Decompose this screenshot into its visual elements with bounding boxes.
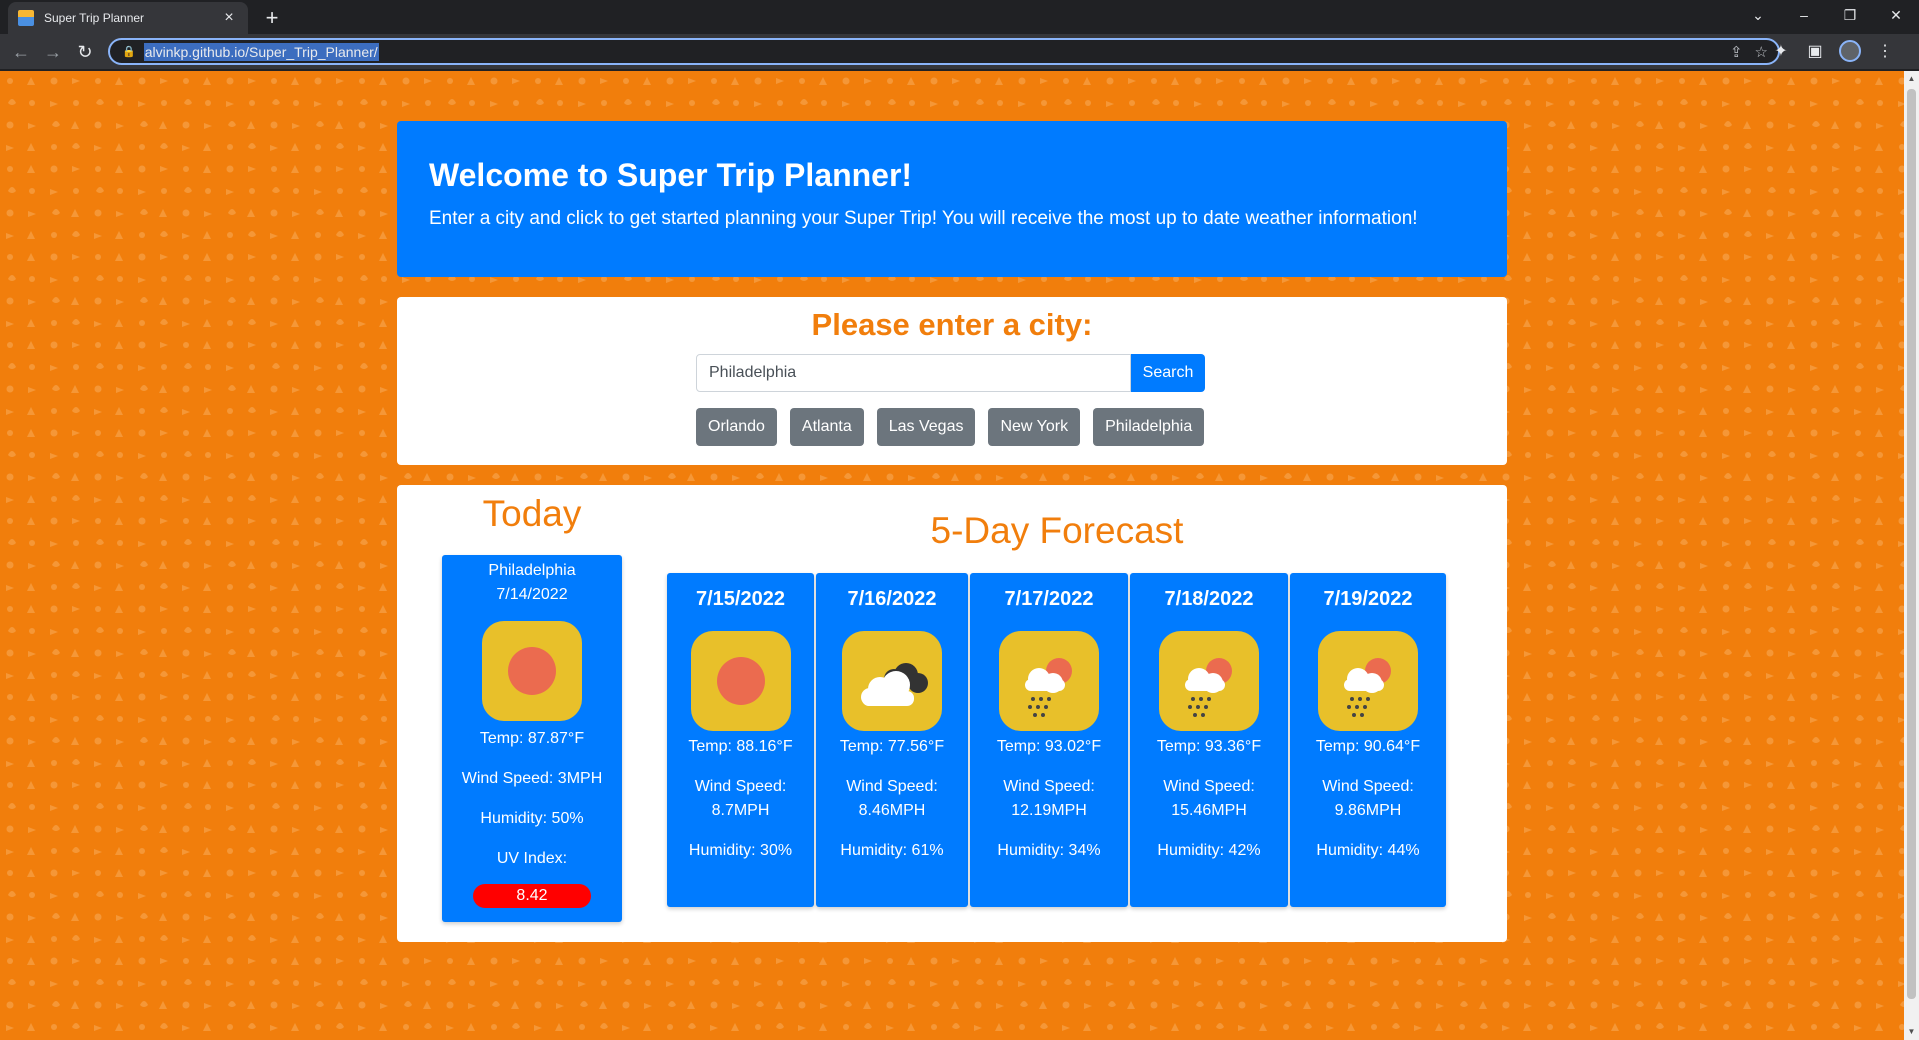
forecast-day-card: 7/17/2022 Temp: 93.02°F Wind Speed: 12.1… (970, 573, 1128, 907)
side-panel-icon[interactable]: ▣ (1805, 41, 1825, 61)
forecast-wind: Wind Speed: 9.86MPH (1290, 775, 1446, 823)
lock-icon: 🔒 (122, 46, 136, 58)
forecast-wind-value: 9.86MPH (1334, 802, 1402, 819)
city-button-philadelphia[interactable]: Philadelphia (1093, 408, 1205, 446)
forecast-humidity: Humidity: 42% (1157, 842, 1261, 859)
address-bar[interactable]: 🔒 alvinkp.github.io/Super_Trip_Planner/ … (108, 38, 1780, 65)
forward-icon[interactable]: → (38, 37, 68, 67)
forecast-day-card: 7/19/2022 Temp: 90.64°F Wind Speed: 9.86… (1290, 573, 1446, 907)
profile-avatar[interactable] (1839, 40, 1861, 62)
forecast-wind-label: Wind Speed: (1322, 778, 1414, 795)
forecast-date: 7/16/2022 (847, 588, 937, 610)
sun-icon (482, 621, 582, 721)
forecast-temp: Temp: 90.64°F (1315, 738, 1421, 755)
sun-icon (690, 631, 791, 731)
city-button-new-york[interactable]: New York (988, 408, 1081, 446)
share-icon[interactable]: ⇪ (1730, 43, 1743, 61)
search-heading: Please enter a city: (811, 307, 1093, 342)
today-temp: Temp: 87.87°F (479, 730, 585, 747)
scroll-up-arrow-icon[interactable]: ▲ (1904, 71, 1919, 87)
tab-search-icon[interactable]: ⌄ (1735, 0, 1781, 30)
extensions-icon[interactable]: ✦ (1771, 41, 1791, 61)
city-button-orlando[interactable]: Orlando (696, 408, 777, 446)
forecast-wind-value: 8.7MPH (711, 802, 770, 819)
new-tab-icon[interactable]: + (258, 4, 286, 32)
forecast-humidity: Humidity: 34% (997, 842, 1101, 859)
reload-icon[interactable]: ↻ (70, 37, 100, 67)
window-controls: ⌄ – ❐ ✕ (1735, 0, 1919, 30)
rain-sun-icon (999, 631, 1099, 731)
browser-tabstrip: Super Trip Planner × + ⌄ – ❐ ✕ (0, 0, 1919, 34)
page-subtitle: Enter a city and click to get started pl… (429, 208, 1418, 229)
menu-kebab-icon[interactable]: ⋮ (1875, 41, 1895, 61)
restore-icon[interactable]: ❐ (1827, 0, 1873, 30)
forecast-date: 7/15/2022 (696, 588, 785, 610)
forecast-wind: Wind Speed: 8.46MPH (816, 775, 968, 823)
tab-title: Super Trip Planner (44, 11, 145, 25)
forecast-wind-value: 12.19MPH (1011, 802, 1087, 819)
scrollbar-thumb[interactable] (1907, 89, 1916, 999)
search-button[interactable]: Search (1131, 354, 1205, 392)
forecast-humidity: Humidity: 30% (688, 842, 793, 859)
city-search-input[interactable] (696, 354, 1131, 392)
forecast-date: 7/17/2022 (1004, 588, 1094, 610)
forecast-humidity: Humidity: 44% (1316, 842, 1420, 859)
forecast-wind-label: Wind Speed: (694, 778, 787, 795)
forecast-heading: 5-Day Forecast (930, 510, 1184, 551)
welcome-jumbotron: Welcome to Super Trip Planner! Enter a c… (397, 121, 1507, 277)
saved-cities: Orlando Atlanta Las Vegas New York Phila… (696, 408, 1205, 446)
forecast-wind-label: Wind Speed: (1003, 778, 1095, 795)
today-heading: Today (482, 493, 582, 534)
today-uv-label: UV Index: (496, 850, 568, 867)
forecast-wind: Wind Speed: 15.46MPH (1130, 775, 1288, 823)
today-date: 7/14/2022 (496, 586, 568, 603)
bookmark-star-icon[interactable]: ☆ (1755, 43, 1768, 61)
forecast-temp: Temp: 93.36°F (1156, 738, 1262, 755)
today-humidity: Humidity: 50% (480, 810, 584, 827)
vertical-scrollbar[interactable]: ▲ ▼ (1904, 71, 1919, 1040)
today-wind: Wind Speed: 3MPH (461, 770, 603, 787)
forecast-wind-value: 8.46MPH (858, 802, 926, 819)
today-card: Philadelphia 7/14/2022 Temp: 87.87°F Win… (442, 555, 622, 922)
city-button-atlanta[interactable]: Atlanta (789, 408, 864, 446)
forecast-wind: Wind Speed: 8.7MPH (667, 775, 814, 823)
favicon-icon (18, 10, 34, 26)
forecast-wind-label: Wind Speed: (1163, 778, 1255, 795)
scroll-down-arrow-icon[interactable]: ▼ (1904, 1024, 1919, 1040)
search-card: Please enter a city: Search Orlando Atla… (397, 297, 1507, 465)
page-viewport: Welcome to Super Trip Planner! Enter a c… (0, 71, 1904, 1040)
weather-card: Today 5-Day Forecast Philadelphia 7/14/2… (397, 485, 1507, 942)
forecast-day-card: 7/18/2022 Temp: 93.36°F Wind Speed: 15.4… (1130, 573, 1288, 907)
forecast-temp: Temp: 93.02°F (996, 738, 1102, 755)
uv-index-badge: 8.42 (473, 884, 591, 908)
back-icon[interactable]: ← (6, 37, 36, 67)
forecast-temp: Temp: 77.56°F (839, 738, 945, 755)
rain-sun-icon (1318, 631, 1418, 731)
cloudy-icon (842, 631, 942, 731)
forecast-day-card: 7/16/2022 Temp: 77.56°F Wind Speed: 8.46… (816, 573, 968, 907)
page-title: Welcome to Super Trip Planner! (429, 157, 913, 193)
close-tab-icon[interactable]: × (220, 10, 238, 26)
forecast-humidity: Humidity: 61% (840, 842, 944, 859)
forecast-wind-value: 15.46MPH (1171, 802, 1247, 819)
minimize-icon[interactable]: – (1781, 0, 1827, 30)
forecast-wind-label: Wind Speed: (846, 778, 938, 795)
rain-sun-icon (1159, 631, 1259, 731)
close-window-icon[interactable]: ✕ (1873, 0, 1919, 30)
url-text[interactable]: alvinkp.github.io/Super_Trip_Planner/ (143, 42, 379, 61)
today-city: Philadelphia (488, 562, 576, 579)
browser-tab[interactable]: Super Trip Planner × (8, 2, 248, 34)
forecast-day-card: 7/15/2022 Temp: 88.16°F Wind Speed: 8.7M… (667, 573, 814, 907)
browser-toolbar: ← → ↻ 🔒 alvinkp.github.io/Super_Trip_Pla… (0, 34, 1919, 70)
city-button-las-vegas[interactable]: Las Vegas (876, 408, 976, 446)
search-form: Search (696, 354, 1205, 392)
forecast-date: 7/18/2022 (1164, 588, 1254, 610)
forecast-wind: Wind Speed: 12.19MPH (970, 775, 1128, 823)
forecast-date: 7/19/2022 (1323, 588, 1413, 610)
forecast-temp: Temp: 88.16°F (688, 738, 793, 755)
